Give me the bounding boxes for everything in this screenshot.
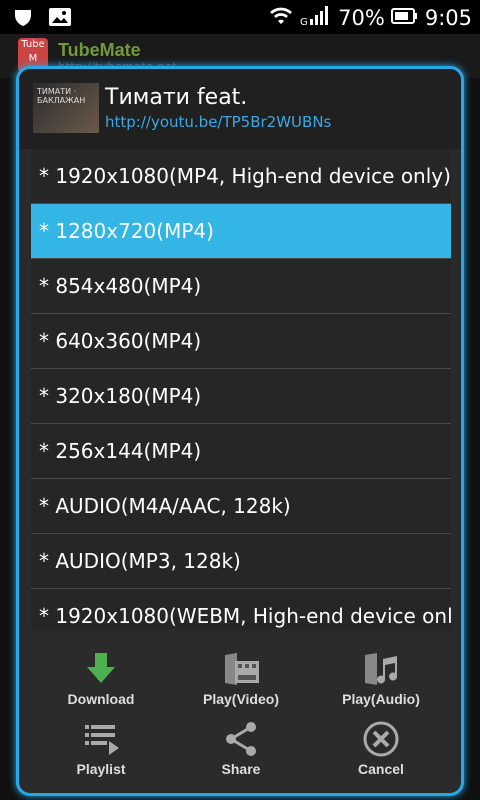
thumbnail-text: ТИМАТИ · БАКЛАЖАН [37, 87, 86, 105]
video-thumbnail: ТИМАТИ · БАКЛАЖАН [33, 83, 99, 133]
action-bar: Download Play(Video) Play(Audio) Playlis… [31, 641, 451, 791]
video-link[interactable]: http://youtu.be/TP5Br2WUBNs [105, 113, 331, 131]
play-audio-label: Play(Audio) [342, 691, 420, 707]
app-title: TubeMate [58, 40, 141, 60]
cancel-label: Cancel [358, 761, 404, 777]
share-label: Share [221, 761, 261, 777]
svg-text:G: G [300, 17, 308, 26]
cancel-x-icon [361, 721, 401, 757]
format-item[interactable]: * 1920x1080(MP4, High-end device only) [31, 149, 451, 204]
play-video-label: Play(Video) [203, 691, 279, 707]
play-video-button[interactable]: Play(Video) [171, 651, 311, 707]
playlist-icon [81, 721, 121, 757]
download-button[interactable]: Download [31, 651, 171, 707]
play-audio-button[interactable]: Play(Audio) [311, 651, 451, 707]
format-item[interactable]: * AUDIO(MP3, 128k) [31, 534, 451, 589]
notification-icon [12, 6, 34, 32]
format-item[interactable]: * 256x144(MP4) [31, 424, 451, 479]
playlist-button[interactable]: Playlist [31, 721, 171, 777]
dialog-header: ТИМАТИ · БАКЛАЖАН Тимати feat. http://yo… [19, 69, 461, 149]
battery-icon [390, 6, 419, 30]
download-label: Download [67, 691, 135, 707]
dialog-title: Тимати feat. [105, 85, 248, 110]
signal-icon: G [300, 4, 332, 31]
playlist-label: Playlist [76, 761, 126, 777]
format-list[interactable]: * 1920x1080(MP4, High-end device only) *… [31, 149, 451, 629]
status-bar: G 70% 9:05 [0, 0, 480, 34]
gallery-icon [48, 6, 72, 32]
format-item[interactable]: * 854x480(MP4) [31, 259, 451, 314]
battery-percent: 70% [338, 5, 385, 30]
format-item[interactable]: * 640x360(MP4) [31, 314, 451, 369]
music-note-icon [361, 651, 401, 687]
format-item[interactable]: * 320x180(MP4) [31, 369, 451, 424]
download-format-dialog: ТИМАТИ · БАКЛАЖАН Тимати feat. http://yo… [16, 66, 464, 796]
format-item[interactable]: * 1920x1080(WEBM, High-end device only) [31, 589, 451, 629]
format-item-selected[interactable]: * 1280x720(MP4) [31, 204, 451, 259]
film-icon [221, 651, 261, 687]
cancel-button[interactable]: Cancel [311, 721, 451, 777]
download-arrow-icon [81, 651, 121, 687]
share-button[interactable]: Share [171, 721, 311, 777]
wifi-icon [268, 4, 294, 31]
clock: 9:05 [424, 5, 472, 30]
share-icon [221, 721, 261, 757]
format-item[interactable]: * AUDIO(M4A/AAC, 128k) [31, 479, 451, 534]
